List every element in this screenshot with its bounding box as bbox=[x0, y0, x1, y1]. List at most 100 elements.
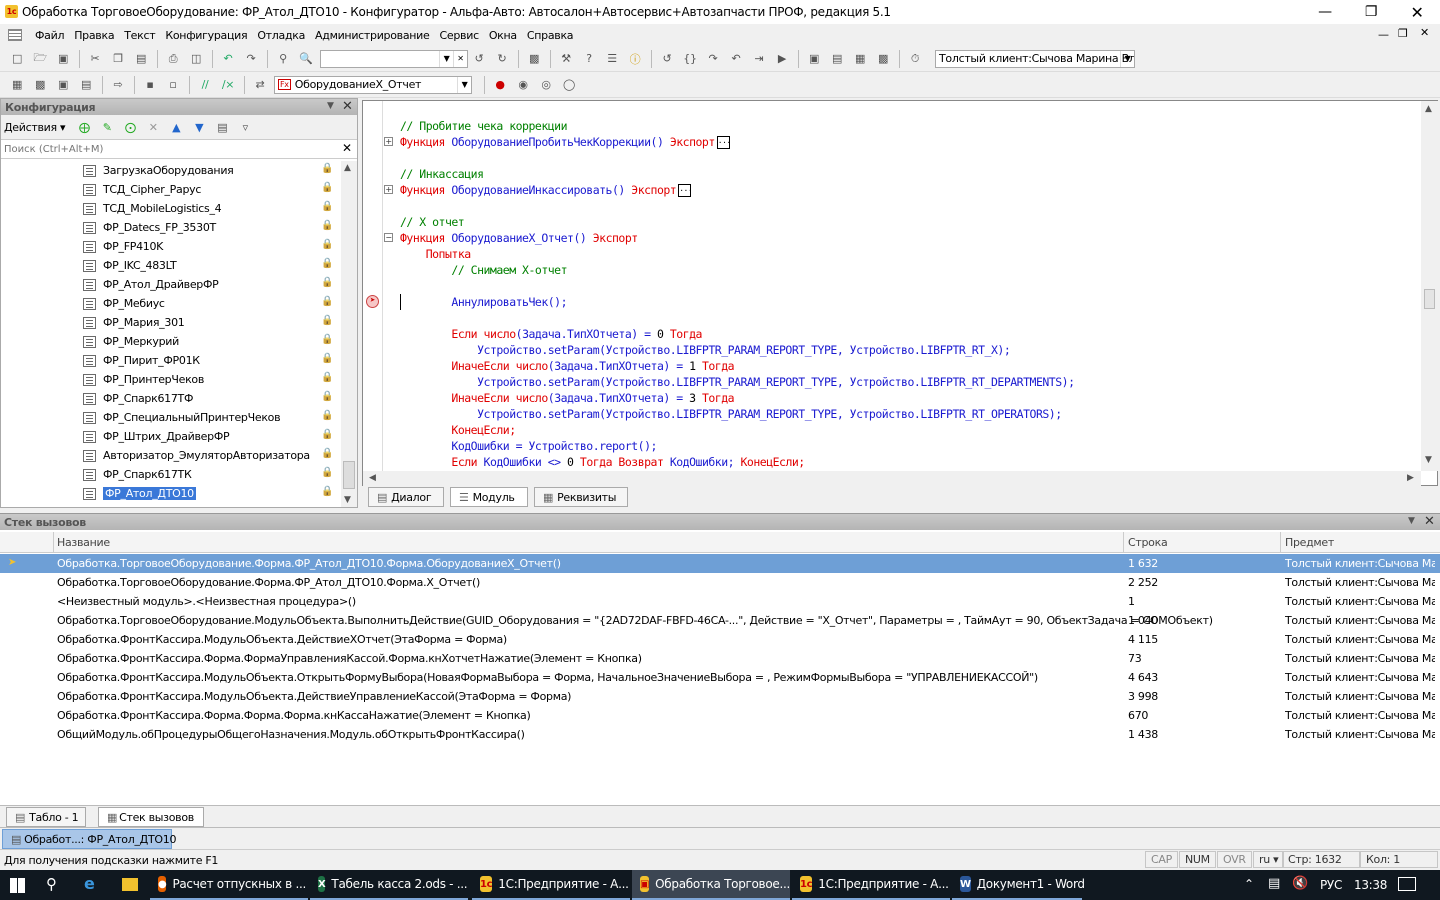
search-input[interactable] bbox=[1, 140, 331, 158]
tree-item[interactable]: ТСД_MobileLogistics_4 🔒 bbox=[1, 199, 357, 218]
editor-vscrollbar[interactable]: ▲ ▼ bbox=[1421, 101, 1438, 471]
filter-icon[interactable]: ▿ bbox=[234, 117, 256, 137]
table-icon[interactable]: ▩ bbox=[29, 75, 51, 95]
scroll-down-icon[interactable]: ▼ bbox=[344, 495, 351, 505]
debug-over-icon[interactable]: ↷ bbox=[702, 49, 724, 69]
table-row[interactable]: Обработка.ФронтКассира.Форма.Форма.Форма… bbox=[0, 706, 1440, 725]
table-row[interactable]: Обработка.ТорговоеОборудование.Форма.ФР_… bbox=[0, 573, 1440, 592]
tree-item[interactable]: Авторизатор_ЭмуляторАвторизатора 🔒 bbox=[1, 446, 357, 465]
compare-icon[interactable]: ▩ bbox=[872, 49, 894, 69]
debug-continue-icon[interactable]: ▶ bbox=[771, 49, 793, 69]
explorer-icon[interactable] bbox=[122, 878, 138, 891]
open-icon[interactable]: 🗁 bbox=[29, 49, 51, 69]
taskbar-app[interactable]: ▣ Обработка Торговое... bbox=[632, 870, 790, 900]
code-line[interactable]: ИначеЕсли число(Задача.ТипXОтчета) = 1 Т… bbox=[363, 358, 1419, 374]
breakpoint-clear-icon[interactable]: ◯ bbox=[558, 75, 580, 95]
menu-service[interactable]: Сервис bbox=[435, 29, 484, 42]
tab-callstack[interactable]: ▦ Стек вызовов bbox=[98, 807, 204, 827]
debug-into-icon[interactable]: {} bbox=[679, 49, 701, 69]
chevron-down-icon[interactable]: ▼ bbox=[439, 50, 453, 67]
main-menu-icon[interactable] bbox=[8, 29, 22, 41]
menu-administration[interactable]: Администрирование bbox=[310, 29, 434, 42]
breakpoint-icon[interactable]: ● bbox=[489, 75, 511, 95]
add-icon[interactable]: ⨁ bbox=[73, 117, 95, 137]
grid-icon[interactable]: ▦ bbox=[6, 75, 28, 95]
tab-module[interactable]: ☰ Модуль bbox=[450, 487, 528, 507]
table-row[interactable]: Обработка.ФронтКассира.МодульОбъекта.Дей… bbox=[0, 630, 1440, 649]
tree-item[interactable]: ФР_Мария_301 🔒 bbox=[1, 313, 357, 332]
mdi-close-icon[interactable]: ✕ bbox=[1420, 26, 1429, 39]
tree-item[interactable]: ФР_ПринтерЧеков 🔒 bbox=[1, 370, 357, 389]
search-icon[interactable]: 🔍 bbox=[295, 49, 317, 69]
comment-icon[interactable]: // bbox=[194, 75, 216, 95]
code-line[interactable]: Устройство.setParam(Устройство.LIBFPTR_P… bbox=[363, 406, 1419, 422]
code-line[interactable]: Если КодОшибки <> 0 Тогда Возврат КодОши… bbox=[363, 454, 1419, 470]
scroll-up-icon[interactable]: ▲ bbox=[1425, 104, 1432, 114]
close-icon[interactable]: ✕ bbox=[1424, 514, 1435, 529]
delete-icon[interactable]: ✕ bbox=[142, 117, 164, 137]
edge-icon[interactable]: e bbox=[84, 874, 95, 893]
menu-file[interactable]: Файл bbox=[30, 29, 69, 42]
scroll-right-icon[interactable]: ▶ bbox=[1407, 473, 1414, 483]
code-line[interactable]: // X отчет bbox=[363, 214, 1419, 230]
notes-icon[interactable]: ☰ bbox=[601, 49, 623, 69]
minimize-button[interactable]: — bbox=[1302, 0, 1348, 24]
procedures-list-icon[interactable]: ⇄ bbox=[249, 75, 271, 95]
table-row[interactable]: Обработка.ФронтКассира.МодульОбъекта.Дей… bbox=[0, 687, 1440, 706]
search-combo[interactable]: ▼ ✕ bbox=[320, 49, 468, 68]
clear-icon[interactable]: ✕ bbox=[453, 50, 467, 67]
notifications-icon[interactable] bbox=[1398, 877, 1416, 891]
undo-icon[interactable]: ↶ bbox=[217, 49, 239, 69]
debug-cursor-icon[interactable]: ⇥ bbox=[748, 49, 770, 69]
code-line[interactable]: Устройство.setParam(Устройство.LIBFPTR_P… bbox=[363, 374, 1419, 390]
chevron-down-icon[interactable]: ▼ bbox=[457, 76, 471, 93]
editor-hscrollbar[interactable]: ◀ ▶ bbox=[363, 471, 1421, 486]
tab-attributes[interactable]: ▦ Реквизиты bbox=[534, 487, 628, 507]
scroll-up-icon[interactable]: ▲ bbox=[344, 163, 351, 173]
taskbar-app[interactable]: W Документ1 - Word bbox=[952, 870, 1085, 900]
mdi-restore-icon[interactable]: ❐ bbox=[1398, 27, 1408, 40]
window-icon[interactable]: ▩ bbox=[523, 49, 545, 69]
code-line[interactable]: + Функция ОборудованиеПробитьЧекКоррекции… bbox=[363, 134, 1419, 150]
window-list-icon[interactable]: ▦ bbox=[849, 49, 871, 69]
menu-text[interactable]: Текст bbox=[119, 29, 160, 42]
tree-item[interactable]: ЗагрузкаОборудования 🔒 bbox=[1, 161, 357, 180]
copy-item-icon[interactable]: ⨀ bbox=[119, 117, 141, 137]
scroll-down-icon[interactable]: ▼ bbox=[1425, 455, 1432, 465]
window-tab[interactable]: ▤ Обработ...: ФР_Атол_ДТО10 bbox=[2, 829, 176, 849]
copy-icon[interactable]: ❐ bbox=[107, 49, 129, 69]
code-line[interactable]: ➤ АннулироватьЧек(); bbox=[363, 294, 1419, 310]
tree-scrollbar[interactable]: ▲ ▼ bbox=[341, 161, 357, 507]
code-line[interactable]: + Функция ОборудованиеИнкассировать() Экс… bbox=[363, 182, 1419, 198]
code-area[interactable]: // Пробитие чека коррекции + Функция Обору… bbox=[363, 118, 1419, 470]
tools-icon[interactable]: ⚒ bbox=[555, 49, 577, 69]
scroll-left-icon[interactable]: ◀ bbox=[369, 473, 376, 483]
code-line[interactable]: КонецЕсли; bbox=[363, 422, 1419, 438]
code-line[interactable]: − Функция ОборудованиеX_Отчет() Экспорт bbox=[363, 230, 1419, 246]
tree-item[interactable]: ФР_Меркурий 🔒 bbox=[1, 332, 357, 351]
info-icon[interactable]: ⓘ bbox=[624, 49, 646, 69]
code-line[interactable] bbox=[363, 150, 1419, 166]
debug-out-icon[interactable]: ↶ bbox=[725, 49, 747, 69]
clock[interactable]: 13:38 bbox=[1354, 878, 1387, 892]
scroll-thumb[interactable] bbox=[343, 461, 355, 489]
pin-icon[interactable]: ▼ bbox=[327, 101, 334, 111]
code-line[interactable]: Попытка bbox=[363, 246, 1419, 262]
column-header-subject[interactable]: Предмет bbox=[1285, 536, 1334, 549]
redo-icon[interactable]: ↷ bbox=[240, 49, 262, 69]
window-tile-icon[interactable]: ▤ bbox=[826, 49, 848, 69]
table-row[interactable]: <Неизвестный модуль>.<Неизвестная процед… bbox=[0, 592, 1440, 611]
tree-item[interactable]: ФР_Штрих_ДрайверФР 🔒 bbox=[1, 427, 357, 446]
db-icon[interactable]: ▣ bbox=[52, 75, 74, 95]
menu-configuration[interactable]: Конфигурация bbox=[160, 29, 252, 42]
procedure-combo[interactable]: Fx ОборудованиеX_Отчет ▼ bbox=[274, 75, 472, 94]
timer-icon[interactable]: ⏱ bbox=[904, 49, 926, 69]
uncomment-icon[interactable]: ∕× bbox=[217, 75, 239, 95]
actions-menu[interactable]: Действия ▾ bbox=[4, 121, 66, 134]
code-line[interactable]: ИначеЕсли число(Задача.ТипXОтчета) = 3 Т… bbox=[363, 390, 1419, 406]
code-line[interactable]: Если число(Задача.ТипXОтчета) = 0 Тогда bbox=[363, 326, 1419, 342]
collapsed-block-icon[interactable]: ... bbox=[678, 184, 693, 197]
windows-start-icon[interactable] bbox=[10, 878, 25, 893]
taskbar-app[interactable]: X Табель касса 2.ods - ... bbox=[310, 870, 468, 900]
tab-tablo[interactable]: ▤ Табло - 1 bbox=[6, 807, 86, 827]
